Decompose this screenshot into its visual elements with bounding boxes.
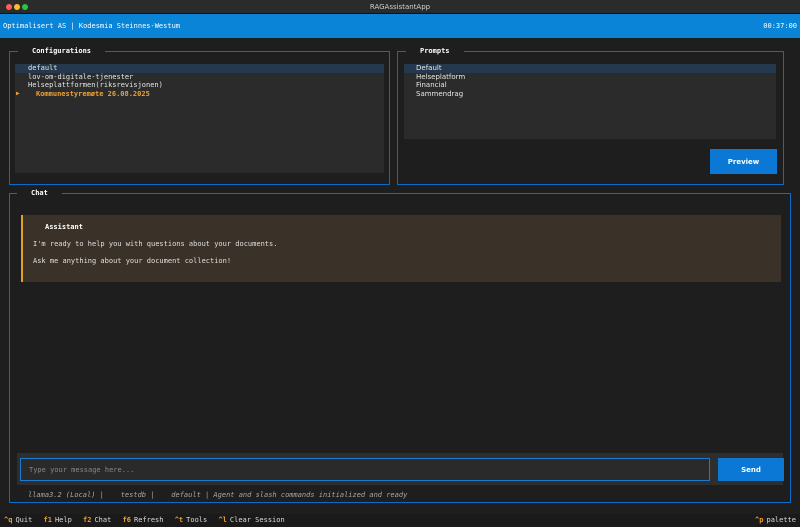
footer-keybindings: ^q Quit f1 Help f2 Chat f6 Refresh ^t Tools ^… xyxy=(0,514,800,527)
chat-key[interactable]: f2 xyxy=(83,516,91,524)
message-text: I'm ready to help you with questions abo… xyxy=(33,240,278,248)
config-item-helseplattformen[interactable]: Helseplattformen(riksrevisjonen) xyxy=(15,81,384,90)
configurations-panel: Configurations default lov-om-digitale-t… xyxy=(9,47,390,185)
header-title: Optimalisert AS | Kodesmia Steinnes-West… xyxy=(3,22,181,30)
help-label[interactable]: Help xyxy=(55,516,72,524)
header-clock: 00:37:00 xyxy=(763,22,797,30)
prompt-item-financial[interactable]: Financial xyxy=(404,81,776,90)
chat-status-line: llama3.2 (Local) | testdb | default | Ag… xyxy=(28,491,408,499)
active-marker-icon: ▶ xyxy=(16,89,20,97)
clear-session-label[interactable]: Clear Session xyxy=(230,516,285,524)
help-key[interactable]: f1 xyxy=(44,516,52,524)
assistant-message: Assistant I'm ready to help you with que… xyxy=(21,215,781,282)
refresh-label[interactable]: Refresh xyxy=(134,516,164,524)
message-author: Assistant xyxy=(45,223,83,231)
refresh-key[interactable]: f6 xyxy=(123,516,131,524)
window-titlebar: RAGAssistantApp xyxy=(0,0,800,14)
chat-message-input[interactable] xyxy=(20,458,710,481)
palette-label[interactable]: palette xyxy=(766,516,796,524)
palette-binding[interactable]: ^p palette xyxy=(751,514,796,527)
quit-label[interactable]: Quit xyxy=(15,516,32,524)
prompt-item-helseplatform[interactable]: Helseplatform xyxy=(404,73,776,82)
prompts-panel: Prompts Default Helseplatform Financial … xyxy=(397,47,784,185)
tools-label[interactable]: Tools xyxy=(186,516,207,524)
send-button[interactable]: Send xyxy=(718,458,784,481)
prompt-item-default[interactable]: Default xyxy=(404,64,776,73)
quit-key[interactable]: ^q xyxy=(4,516,12,524)
message-text: Ask me anything about your document coll… xyxy=(33,257,232,265)
configurations-title: Configurations xyxy=(18,47,106,56)
prompts-list[interactable]: Default Helseplatform Financial Sammendr… xyxy=(404,64,776,139)
config-item-lov-om-digitale-tjenester[interactable]: lov-om-digitale-tjenester xyxy=(15,73,384,82)
tools-key[interactable]: ^t xyxy=(175,516,183,524)
prompt-item-sammendrag[interactable]: Sammendrag xyxy=(404,90,776,99)
chat-panel: Chat Assistant I'm ready to help you wit… xyxy=(9,189,791,503)
config-item-kommunestyremote[interactable]: ▶ Kommunestyremøte 26.08.2025 xyxy=(15,90,384,99)
configurations-list[interactable]: default lov-om-digitale-tjenester Helsep… xyxy=(15,64,384,173)
clear-session-key[interactable]: ^l xyxy=(218,516,226,524)
preview-button[interactable]: Preview xyxy=(710,149,777,174)
chat-title: Chat xyxy=(17,189,62,198)
chat-input-row: Send xyxy=(17,453,784,485)
window-title: RAGAssistantApp xyxy=(369,3,431,11)
app-header: Optimalisert AS | Kodesmia Steinnes-West… xyxy=(0,14,800,38)
config-item-default[interactable]: default xyxy=(15,64,384,73)
palette-key[interactable]: ^p xyxy=(755,516,763,524)
chat-label[interactable]: Chat xyxy=(94,516,111,524)
prompts-title: Prompts xyxy=(406,47,464,56)
